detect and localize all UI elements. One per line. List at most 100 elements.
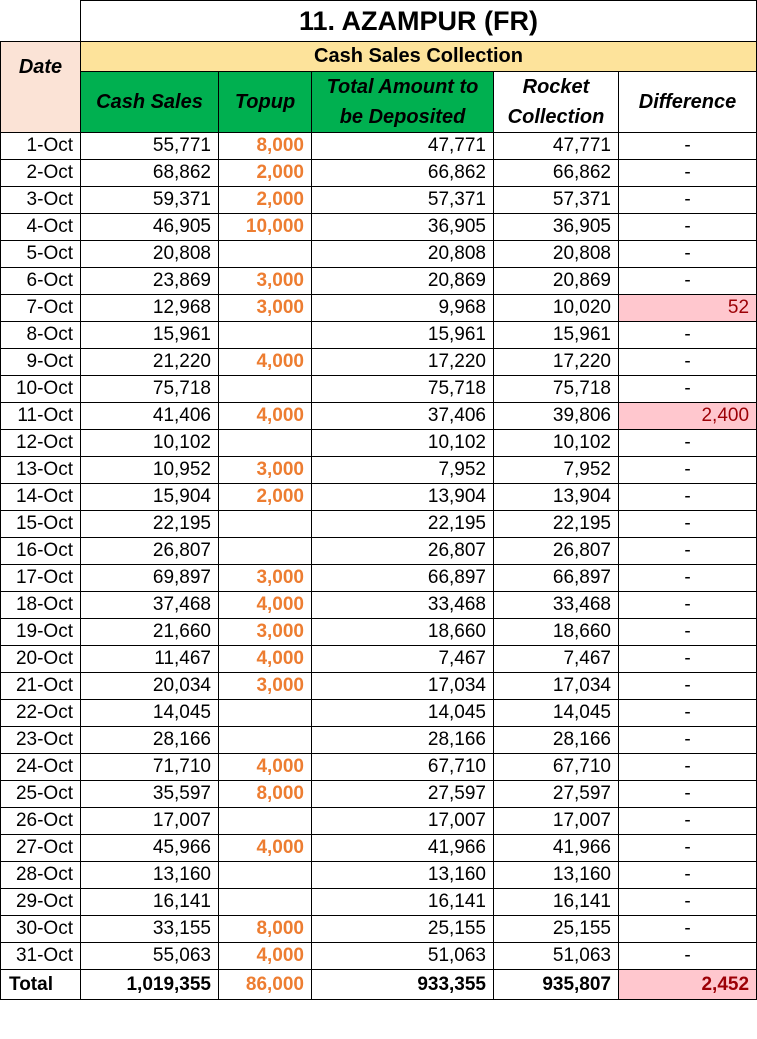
- topup-cell: [218, 807, 312, 835]
- total-amount-cell: 22,195: [311, 510, 494, 538]
- difference-cell: -: [617, 510, 757, 538]
- total-cash-sales: 1,019,355: [80, 969, 219, 1000]
- total-amount-cell: 17,220: [311, 348, 494, 376]
- topup-cell: 8,000: [218, 780, 312, 808]
- rocket-collection-cell: 67,710: [493, 753, 619, 781]
- total-amount-cell: 67,710: [311, 753, 494, 781]
- topup-cell: 3,000: [218, 672, 312, 700]
- difference-cell: -: [617, 672, 757, 700]
- difference-cell: -: [617, 321, 757, 349]
- rocket-collection-cell: 22,195: [493, 510, 619, 538]
- difference-cell: -: [617, 645, 757, 673]
- total-amount-cell: 47,771: [311, 132, 494, 160]
- topup-cell: 2,000: [218, 483, 312, 511]
- total-amount-cell: 16,141: [311, 888, 494, 916]
- topup-cell: 4,000: [218, 942, 312, 970]
- date-cell: 3-Oct: [0, 186, 81, 214]
- topup-cell: 4,000: [218, 645, 312, 673]
- difference-cell: -: [617, 807, 757, 835]
- cash-sales-cell: 26,807: [80, 537, 219, 565]
- cash-sales-cell: 59,371: [80, 186, 219, 214]
- cash-sales-cell: 21,660: [80, 618, 219, 646]
- rocket-collection-cell: 33,468: [493, 591, 619, 619]
- cash-sales-cell: 14,045: [80, 699, 219, 727]
- difference-cell: -: [617, 456, 757, 484]
- table-row: 16-Oct 26,807 26,807 26,807-: [0, 537, 757, 565]
- table-row: 29-Oct 16,141 16,141 16,141-: [0, 888, 757, 916]
- total-amount-cell: 7,952: [311, 456, 494, 484]
- cash-sales-cell: 13,160: [80, 861, 219, 889]
- table-row: 10-Oct 75,718 75,718 75,718-: [0, 375, 757, 403]
- total-amount-cell: 20,808: [311, 240, 494, 268]
- cash-sales-cell: 20,808: [80, 240, 219, 268]
- table-row: 14-Oct 15,904 2,000 13,904 13,904-: [0, 483, 757, 511]
- cash-sales-cell: 46,905: [80, 213, 219, 241]
- title-row: 11. AZAMPUR (FR): [0, 0, 757, 42]
- cash-sales-cell: 45,966: [80, 834, 219, 862]
- date-cell: 13-Oct: [0, 456, 81, 484]
- topup-cell: 4,000: [218, 402, 312, 430]
- rocket-collection-cell: 66,897: [493, 564, 619, 592]
- date-cell: 31-Oct: [0, 942, 81, 970]
- topup-cell: [218, 888, 312, 916]
- rocket-collection-cell: 14,045: [493, 699, 619, 727]
- rocket-collection-cell: 15,961: [493, 321, 619, 349]
- rocket-collection-cell: 20,808: [493, 240, 619, 268]
- total-amount-cell: 37,406: [311, 402, 494, 430]
- total-amount-cell: 13,160: [311, 861, 494, 889]
- date-cell: 19-Oct: [0, 618, 81, 646]
- topup-column-header: Topup: [218, 71, 312, 133]
- difference-cell: -: [617, 861, 757, 889]
- cash-sales-cell: 22,195: [80, 510, 219, 538]
- table-row: 6-Oct 23,869 3,000 20,869 20,869-: [0, 267, 757, 295]
- rocket-collection-cell: 66,862: [493, 159, 619, 187]
- cash-sales-cell: 20,034: [80, 672, 219, 700]
- difference-cell: -: [617, 375, 757, 403]
- blank-corner-cell: [0, 0, 81, 42]
- difference-cell: -: [617, 159, 757, 187]
- total-amount-cell: 33,468: [311, 591, 494, 619]
- total-amount-cell: 17,007: [311, 807, 494, 835]
- difference-cell: -: [617, 564, 757, 592]
- total-amount-cell: 20,869: [311, 267, 494, 295]
- date-cell: 9-Oct: [0, 348, 81, 376]
- difference-column-header: Difference: [617, 71, 757, 133]
- total-label: Total: [0, 969, 81, 1000]
- totals-row: Total 1,019,355 86,000 933,355 935,807 2,452: [0, 969, 757, 1000]
- difference-cell: -: [617, 618, 757, 646]
- cash-sales-cell: 55,771: [80, 132, 219, 160]
- topup-cell: 4,000: [218, 834, 312, 862]
- date-cell: 7-Oct: [0, 294, 81, 322]
- total-amount-cell: 51,063: [311, 942, 494, 970]
- table-row: 24-Oct 71,710 4,000 67,710 67,710-: [0, 753, 757, 781]
- rocket-collection-cell: 41,966: [493, 834, 619, 862]
- cash-sales-cell: 55,063: [80, 942, 219, 970]
- cash-sales-cell: 16,141: [80, 888, 219, 916]
- total-amount-cell: 13,904: [311, 483, 494, 511]
- difference-cell: -: [617, 483, 757, 511]
- date-column-header: Date: [0, 41, 81, 133]
- total-amount-cell: 66,862: [311, 159, 494, 187]
- total-rocket-collection: 935,807: [493, 969, 619, 1000]
- rocket-collection-cell: 17,034: [493, 672, 619, 700]
- table-row: 7-Oct 12,968 3,000 9,968 10,020 52: [0, 294, 757, 322]
- cash-sales-cell: 37,468: [80, 591, 219, 619]
- total-amount-cell: 41,966: [311, 834, 494, 862]
- table-row: 25-Oct 35,597 8,000 27,597 27,597-: [0, 780, 757, 808]
- cash-sales-cell: 33,155: [80, 915, 219, 943]
- rocket-collection-cell: 47,771: [493, 132, 619, 160]
- total-amount-cell: 18,660: [311, 618, 494, 646]
- date-cell: 18-Oct: [0, 591, 81, 619]
- total-amount-cell: 9,968: [311, 294, 494, 322]
- rocket-collection-cell: 13,160: [493, 861, 619, 889]
- topup-cell: 2,000: [218, 186, 312, 214]
- table-row: 3-Oct 59,371 2,000 57,371 57,371-: [0, 186, 757, 214]
- topup-cell: 3,000: [218, 294, 312, 322]
- topup-cell: [218, 510, 312, 538]
- topup-cell: [218, 861, 312, 889]
- table-row: 22-Oct 14,045 14,045 14,045-: [0, 699, 757, 727]
- table-row: 17-Oct 69,897 3,000 66,897 66,897-: [0, 564, 757, 592]
- topup-cell: 3,000: [218, 618, 312, 646]
- cash-sales-cell: 10,102: [80, 429, 219, 457]
- topup-cell: 8,000: [218, 132, 312, 160]
